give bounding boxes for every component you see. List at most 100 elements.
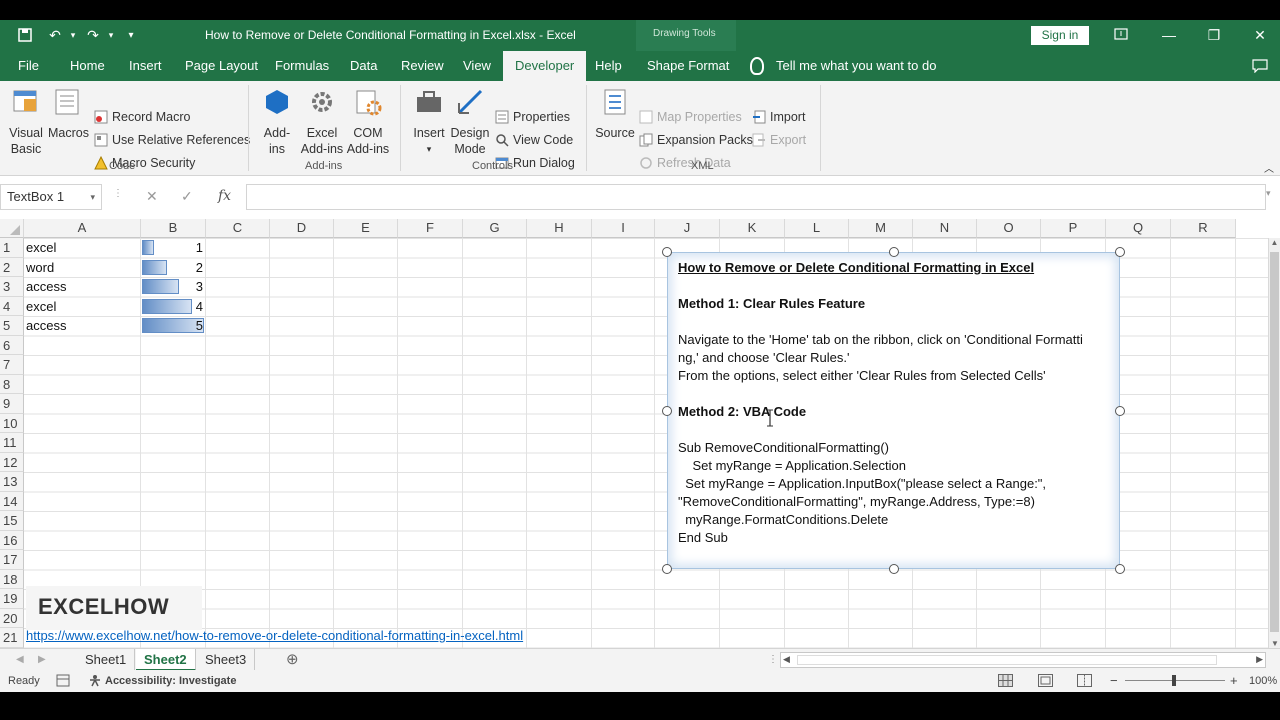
- import-button[interactable]: Import: [752, 110, 805, 124]
- sheet-tab-sheet1[interactable]: Sheet1: [77, 649, 136, 671]
- row-header-12[interactable]: 12: [0, 452, 24, 472]
- record-macro-button[interactable]: Record Macro: [94, 110, 191, 124]
- select-all-button[interactable]: [0, 219, 24, 238]
- design-mode-button[interactable]: Design Mode: [450, 87, 490, 157]
- source-button[interactable]: Source: [594, 87, 636, 141]
- export-button[interactable]: Export: [752, 133, 806, 147]
- row-header-14[interactable]: 14: [0, 491, 24, 511]
- scroll-right-icon[interactable]: ▶: [1256, 654, 1263, 665]
- column-header-q[interactable]: Q: [1106, 219, 1171, 238]
- resize-handle-bottom-right[interactable]: [1115, 564, 1125, 574]
- new-sheet-button[interactable]: ⊕: [278, 649, 307, 671]
- row-header-4[interactable]: 4: [0, 296, 24, 316]
- close-icon[interactable]: ✕: [1249, 24, 1271, 46]
- zoom-level[interactable]: 100%: [1249, 675, 1277, 687]
- insert-function-icon[interactable]: fx: [218, 188, 231, 204]
- row-header-15[interactable]: 15: [0, 511, 24, 531]
- column-header-g[interactable]: G: [463, 219, 527, 238]
- sign-in-button[interactable]: Sign in: [1031, 26, 1089, 45]
- resize-handle-top-left[interactable]: [662, 247, 672, 257]
- column-header-p[interactable]: P: [1041, 219, 1106, 238]
- row-header-2[interactable]: 2: [0, 257, 24, 277]
- column-header-c[interactable]: C: [206, 219, 270, 238]
- resize-handle-top[interactable]: [889, 247, 899, 257]
- cell-b5[interactable]: 5: [141, 316, 203, 335]
- restore-icon[interactable]: ❐: [1203, 24, 1225, 46]
- cell-a3[interactable]: access: [26, 277, 66, 296]
- save-icon[interactable]: [16, 26, 34, 44]
- resize-handle-bottom-left[interactable]: [662, 564, 672, 574]
- insert-controls-button[interactable]: Insert ▾: [410, 87, 448, 157]
- tab-page-layout[interactable]: Page Layout: [185, 51, 258, 81]
- scroll-up-icon[interactable]: ▲: [1269, 238, 1280, 247]
- properties-button[interactable]: Properties: [495, 110, 570, 124]
- row-header-1[interactable]: 1: [0, 238, 24, 258]
- redo-dropdown-icon[interactable]: ▾: [102, 26, 120, 44]
- comments-icon[interactable]: [1252, 51, 1268, 81]
- column-header-h[interactable]: H: [527, 219, 592, 238]
- textbox-content[interactable]: How to Remove or Delete Conditional Form…: [678, 259, 1110, 547]
- row-header-21[interactable]: 21: [0, 628, 24, 648]
- row-header-6[interactable]: 6: [0, 335, 24, 355]
- vertical-scrollbar[interactable]: ▲ ▼: [1268, 238, 1280, 648]
- use-relative-references-button[interactable]: Use Relative References: [94, 133, 250, 147]
- row-header-5[interactable]: 5: [0, 316, 24, 336]
- textbox-1[interactable]: How to Remove or Delete Conditional Form…: [667, 252, 1120, 569]
- column-header-f[interactable]: F: [398, 219, 463, 238]
- column-header-d[interactable]: D: [270, 219, 334, 238]
- ribbon-display-icon[interactable]: [1110, 24, 1132, 46]
- column-header-b[interactable]: B: [141, 219, 206, 238]
- column-header-e[interactable]: E: [334, 219, 398, 238]
- zoom-in-button[interactable]: +: [1230, 673, 1238, 688]
- chevron-down-icon[interactable]: ▾: [90, 185, 95, 209]
- tab-file[interactable]: File: [18, 51, 39, 81]
- tab-insert[interactable]: Insert: [129, 51, 162, 81]
- tab-review[interactable]: Review: [401, 51, 444, 81]
- name-box[interactable]: TextBox 1 ▾: [0, 184, 102, 210]
- cell-a5[interactable]: access: [26, 316, 66, 335]
- undo-icon[interactable]: ↶: [46, 26, 64, 44]
- zoom-slider-thumb[interactable]: [1172, 675, 1176, 686]
- row-header-13[interactable]: 13: [0, 472, 24, 492]
- scroll-sheets-right-icon[interactable]: ▶: [30, 649, 54, 671]
- row-header-8[interactable]: 8: [0, 374, 24, 394]
- cell-a2[interactable]: word: [26, 258, 54, 277]
- horizontal-scrollbar[interactable]: ◀ ▶: [780, 652, 1266, 668]
- tell-me-search[interactable]: Tell me what you want to do: [776, 51, 936, 81]
- scroll-left-icon[interactable]: ◀: [783, 654, 790, 665]
- row-header-7[interactable]: 7: [0, 355, 24, 375]
- macros-button[interactable]: Macros: [48, 87, 89, 141]
- row-header-20[interactable]: 20: [0, 608, 24, 628]
- column-header-k[interactable]: K: [720, 219, 785, 238]
- com-add-ins-button[interactable]: COM Add-ins: [346, 87, 390, 157]
- macro-recording-icon[interactable]: [56, 674, 70, 687]
- column-header-o[interactable]: O: [977, 219, 1041, 238]
- scroll-thumb[interactable]: [797, 655, 1217, 665]
- tab-view[interactable]: View: [463, 51, 491, 81]
- row-header-17[interactable]: 17: [0, 550, 24, 570]
- cell-a1[interactable]: excel: [26, 238, 56, 257]
- tab-data[interactable]: Data: [350, 51, 377, 81]
- tab-formulas[interactable]: Formulas: [275, 51, 329, 81]
- minimize-icon[interactable]: —: [1158, 24, 1180, 46]
- zoom-out-button[interactable]: −: [1110, 673, 1118, 688]
- cell-b3[interactable]: 3: [141, 277, 203, 296]
- refresh-data-button[interactable]: Refresh Data: [639, 156, 731, 170]
- resize-handle-left[interactable]: [662, 406, 672, 416]
- row-header-18[interactable]: 18: [0, 569, 24, 589]
- tab-shape-format[interactable]: Shape Format: [647, 51, 729, 81]
- column-header-n[interactable]: N: [913, 219, 977, 238]
- enter-icon[interactable]: ✓: [181, 188, 193, 205]
- row-header-10[interactable]: 10: [0, 413, 24, 433]
- cell-b2[interactable]: 2: [141, 258, 203, 277]
- cell-b4[interactable]: 4: [141, 297, 203, 316]
- resize-handle-bottom[interactable]: [889, 564, 899, 574]
- page-layout-view-icon[interactable]: [1038, 674, 1053, 687]
- normal-view-icon[interactable]: [998, 674, 1013, 687]
- column-header-r[interactable]: R: [1171, 219, 1236, 238]
- formula-input[interactable]: [246, 184, 1266, 210]
- expand-formula-bar-icon[interactable]: ▾: [1266, 188, 1271, 199]
- page-break-preview-icon[interactable]: [1077, 674, 1092, 687]
- column-header-i[interactable]: I: [592, 219, 655, 238]
- source-url-link[interactable]: https://www.excelhow.net/how-to-remove-o…: [26, 628, 523, 643]
